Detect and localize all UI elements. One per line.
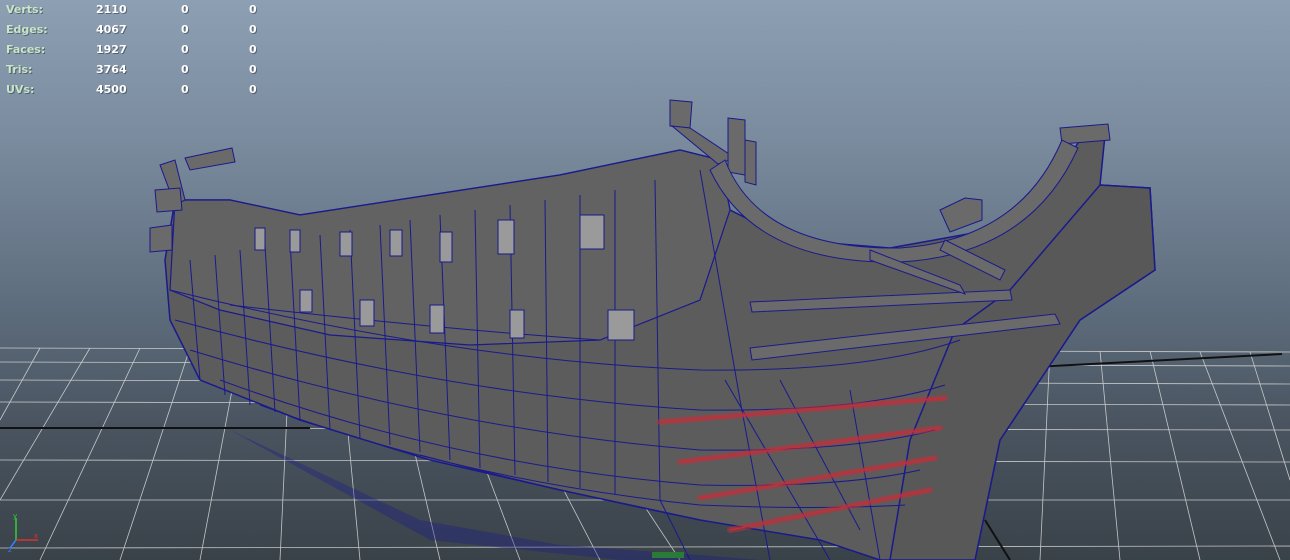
hud-selected-count: 0 [180, 43, 189, 56]
hud-selected-count: 0 [180, 63, 189, 76]
hud-selected-count: 0 [180, 3, 189, 16]
hud-extra-count: 0 [248, 83, 257, 96]
hud-total-count: 1927 [96, 43, 127, 56]
x-axis-label: x [34, 532, 38, 540]
hud-row: Verts: 2110 0 0 [6, 0, 257, 20]
z-axis-label: z [8, 546, 12, 552]
hud-row: Faces: 1927 0 0 [6, 40, 257, 60]
pivot-marker [652, 552, 684, 558]
3d-viewport[interactable]: Verts: 2110 0 0 Edges: 4067 0 0 Faces: 1927 0 0 Tris… [0, 0, 1290, 560]
hud-row: UVs: 4500 0 0 [6, 80, 257, 100]
hud-label: Faces: [6, 43, 46, 56]
hud-extra-count: 0 [248, 43, 257, 56]
hud-total-count: 4500 [96, 83, 127, 96]
hud-extra-count: 0 [248, 63, 257, 76]
hud-label: Verts: [6, 3, 44, 16]
hud-total-count: 4067 [96, 23, 127, 36]
hud-selected-count: 0 [180, 23, 189, 36]
hud-selected-count: 0 [180, 83, 189, 96]
hud-extra-count: 0 [248, 23, 257, 36]
hud-extra-count: 0 [248, 3, 257, 16]
y-axis-label: y [13, 512, 17, 520]
axis-gizmo: y x z [8, 512, 38, 552]
hud-label: Tris: [6, 63, 33, 76]
hud-total-count: 3764 [96, 63, 127, 76]
hud-row: Edges: 4067 0 0 [6, 20, 257, 40]
hud-row: Tris: 3764 0 0 [6, 60, 257, 80]
hud-label: Edges: [6, 23, 48, 36]
hud-total-count: 2110 [96, 3, 127, 16]
hud-label: UVs: [6, 83, 35, 96]
poly-count-hud: Verts: 2110 0 0 Edges: 4067 0 0 Faces: 1927 0 0 Tris… [6, 0, 257, 100]
